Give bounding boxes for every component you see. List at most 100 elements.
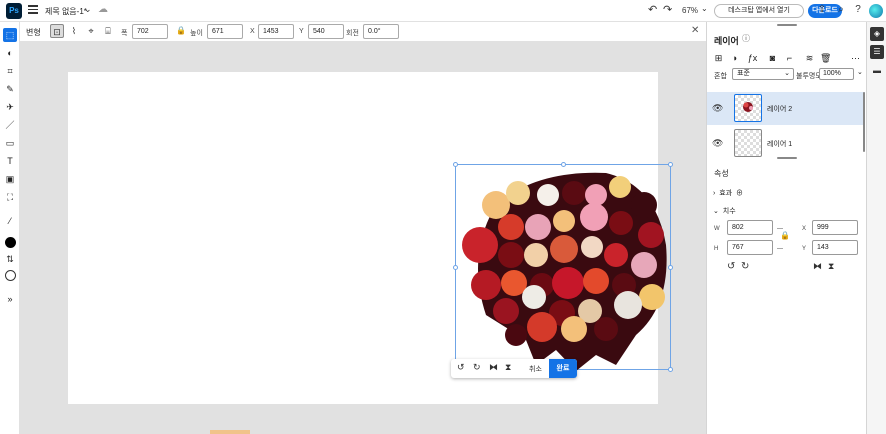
link-line <box>777 228 783 229</box>
flip-horizontal-icon[interactable]: ⧓ <box>813 261 822 272</box>
distort-icon[interactable]: ⌖ <box>84 24 98 38</box>
resize-handle[interactable] <box>453 162 458 167</box>
lock-icon[interactable]: 🔒 <box>780 231 790 240</box>
flip-vertical-icon[interactable]: ⧗ <box>828 261 834 272</box>
rotate-left-icon[interactable]: ↺ <box>727 261 735 272</box>
avatar[interactable] <box>869 4 883 18</box>
stack-icon[interactable]: ≋ <box>804 53 815 64</box>
quick-select-icon[interactable]: ◐ <box>3 46 17 60</box>
rotate-field[interactable]: 0.0° <box>363 24 399 39</box>
mask-icon[interactable]: ◙ <box>767 53 778 64</box>
x-label: X <box>802 226 807 232</box>
background-color-swatch[interactable] <box>5 270 16 281</box>
resize-handle[interactable] <box>561 162 566 167</box>
cloud-icon: ☁ <box>98 4 108 15</box>
adjustment-layer-icon[interactable]: ◑ <box>729 53 740 64</box>
foreground-color-swatch[interactable] <box>5 237 16 248</box>
chevron-down-icon[interactable]: ⌄ <box>84 4 92 15</box>
options-bar: 변형 ⊡ ⌇ ⌖ ⌸ 폭 702 🔒 높이 671 X 1453 Y 540 회… <box>20 22 706 42</box>
done-button[interactable]: 완료 <box>549 359 577 378</box>
add-layer-icon[interactable]: ⊞ <box>713 53 724 64</box>
rectangle-tool-icon[interactable]: ▭ <box>3 136 17 150</box>
flip-horizontal-icon[interactable]: ⧓ <box>489 362 498 373</box>
cancel-button[interactable]: 취소 <box>529 364 542 374</box>
share-icon[interactable]: ⇪ <box>816 4 828 16</box>
search-icon[interactable]: ⌕ <box>835 4 847 16</box>
layer-row[interactable]: 👁 레이어 2 <box>707 92 865 125</box>
comments-icon[interactable]: ▬ <box>870 64 884 78</box>
effects-section[interactable]: › 효과 ⊕ <box>713 188 743 198</box>
x-field[interactable]: 1453 <box>258 24 294 39</box>
document-canvas[interactable] <box>68 72 673 404</box>
w-label: W <box>714 226 720 232</box>
height-field[interactable]: 671 <box>207 24 243 39</box>
clone-stamp-icon[interactable]: ✈ <box>3 100 17 114</box>
help-icon[interactable]: ? <box>852 4 864 16</box>
free-transform-icon[interactable]: ⊡ <box>50 24 64 38</box>
expand-tools-icon[interactable]: » <box>3 292 17 306</box>
resize-handle[interactable] <box>668 162 673 167</box>
brush-tool-icon[interactable]: ／ <box>3 118 17 132</box>
w-field[interactable]: 802 <box>727 220 773 235</box>
transform-bounding-box[interactable] <box>453 162 673 372</box>
y-field[interactable]: 540 <box>308 24 344 39</box>
eyedropper-icon[interactable]: ⁄ <box>3 214 17 228</box>
redo-icon[interactable]: ↷ <box>663 3 672 16</box>
layers-title: 레이어 <box>714 36 739 46</box>
blend-mode-select[interactable]: 표준 ⌄ <box>732 68 794 80</box>
opacity-label: 불투명도 <box>796 73 822 80</box>
lock-icon[interactable]: 🔒 <box>176 26 186 35</box>
y-field[interactable]: 143 <box>812 240 858 255</box>
dimensions-section[interactable]: ⌄ 치수 <box>713 206 736 216</box>
chevron-down-icon[interactable]: ⌄ <box>701 4 708 13</box>
h-label: H <box>714 246 719 252</box>
clip-icon[interactable]: ⌐ <box>784 53 795 64</box>
canvas-scroll-indicator <box>210 430 250 434</box>
transform-action-bar: ↺ ↻ ⧓ ⧗ 취소 완료 <box>451 359 577 378</box>
fill-tool-icon[interactable]: ⛶ <box>3 190 17 204</box>
eye-icon[interactable]: 👁 <box>712 138 723 149</box>
effects-label: 효과 <box>719 190 733 197</box>
layer-row[interactable]: 👁 레이어 1 <box>707 127 865 160</box>
layers-scrollbar[interactable] <box>863 92 865 152</box>
zoom-level[interactable]: 67% <box>682 6 698 15</box>
eye-icon[interactable]: 👁 <box>712 103 723 114</box>
opacity-field[interactable]: 100% <box>819 68 854 80</box>
undo-icon[interactable]: ↶ <box>648 3 657 16</box>
info-icon[interactable]: ⓘ <box>742 33 750 44</box>
more-options-icon[interactable]: ⋯ <box>850 53 861 64</box>
document-title[interactable]: 제목 없음-1* <box>45 6 87 17</box>
properties-panel-icon[interactable]: ☰ <box>870 45 884 59</box>
resize-handle[interactable] <box>668 367 673 372</box>
rotate-right-icon[interactable]: ↻ <box>741 261 749 272</box>
image-tool-icon[interactable]: ▣ <box>3 172 17 186</box>
flip-vertical-icon[interactable]: ⧗ <box>505 362 511 373</box>
move-tool-icon[interactable]: ⬚ <box>3 28 17 42</box>
panel-grip[interactable] <box>777 157 797 159</box>
crop-tool-icon[interactable]: ⌗ <box>3 64 17 78</box>
rotate-label: 회전 <box>346 30 359 37</box>
healing-brush-icon[interactable]: ✎ <box>3 82 17 96</box>
width-field[interactable]: 702 <box>132 24 168 39</box>
rotate-left-icon[interactable]: ↺ <box>457 362 465 373</box>
panel-grip[interactable] <box>777 24 797 26</box>
perspective-icon[interactable]: ⌸ <box>101 24 115 38</box>
trash-icon[interactable]: 🗑 <box>820 53 831 64</box>
chevron-down-icon[interactable]: ⌄ <box>857 68 863 76</box>
add-effect-icon[interactable]: ⊕ <box>736 190 743 197</box>
text-tool-icon[interactable]: T <box>3 154 17 168</box>
x-field[interactable]: 999 <box>812 220 858 235</box>
fx-icon[interactable]: ƒx <box>747 53 758 64</box>
layers-panel: 레이어 ⓘ ⊞ ◑ ƒx ◙ ⌐ ≋ 🗑 ⋯ 혼합 표준 ⌄ 불투명도 100% … <box>706 22 866 434</box>
rotate-right-icon[interactable]: ↻ <box>473 362 481 373</box>
open-in-desktop-button[interactable]: 데스크탑 앱에서 열기 <box>714 4 804 18</box>
skew-icon[interactable]: ⌇ <box>67 24 81 38</box>
resize-handle[interactable] <box>453 265 458 270</box>
h-field[interactable]: 767 <box>727 240 773 255</box>
menu-icon[interactable] <box>28 5 38 15</box>
swap-colors-icon[interactable]: ⇅ <box>3 252 17 266</box>
resize-handle[interactable] <box>668 265 673 270</box>
layers-panel-icon[interactable]: ◈ <box>870 27 884 41</box>
height-label: 높이 <box>190 30 203 37</box>
close-icon[interactable]: ✕ <box>691 25 699 36</box>
